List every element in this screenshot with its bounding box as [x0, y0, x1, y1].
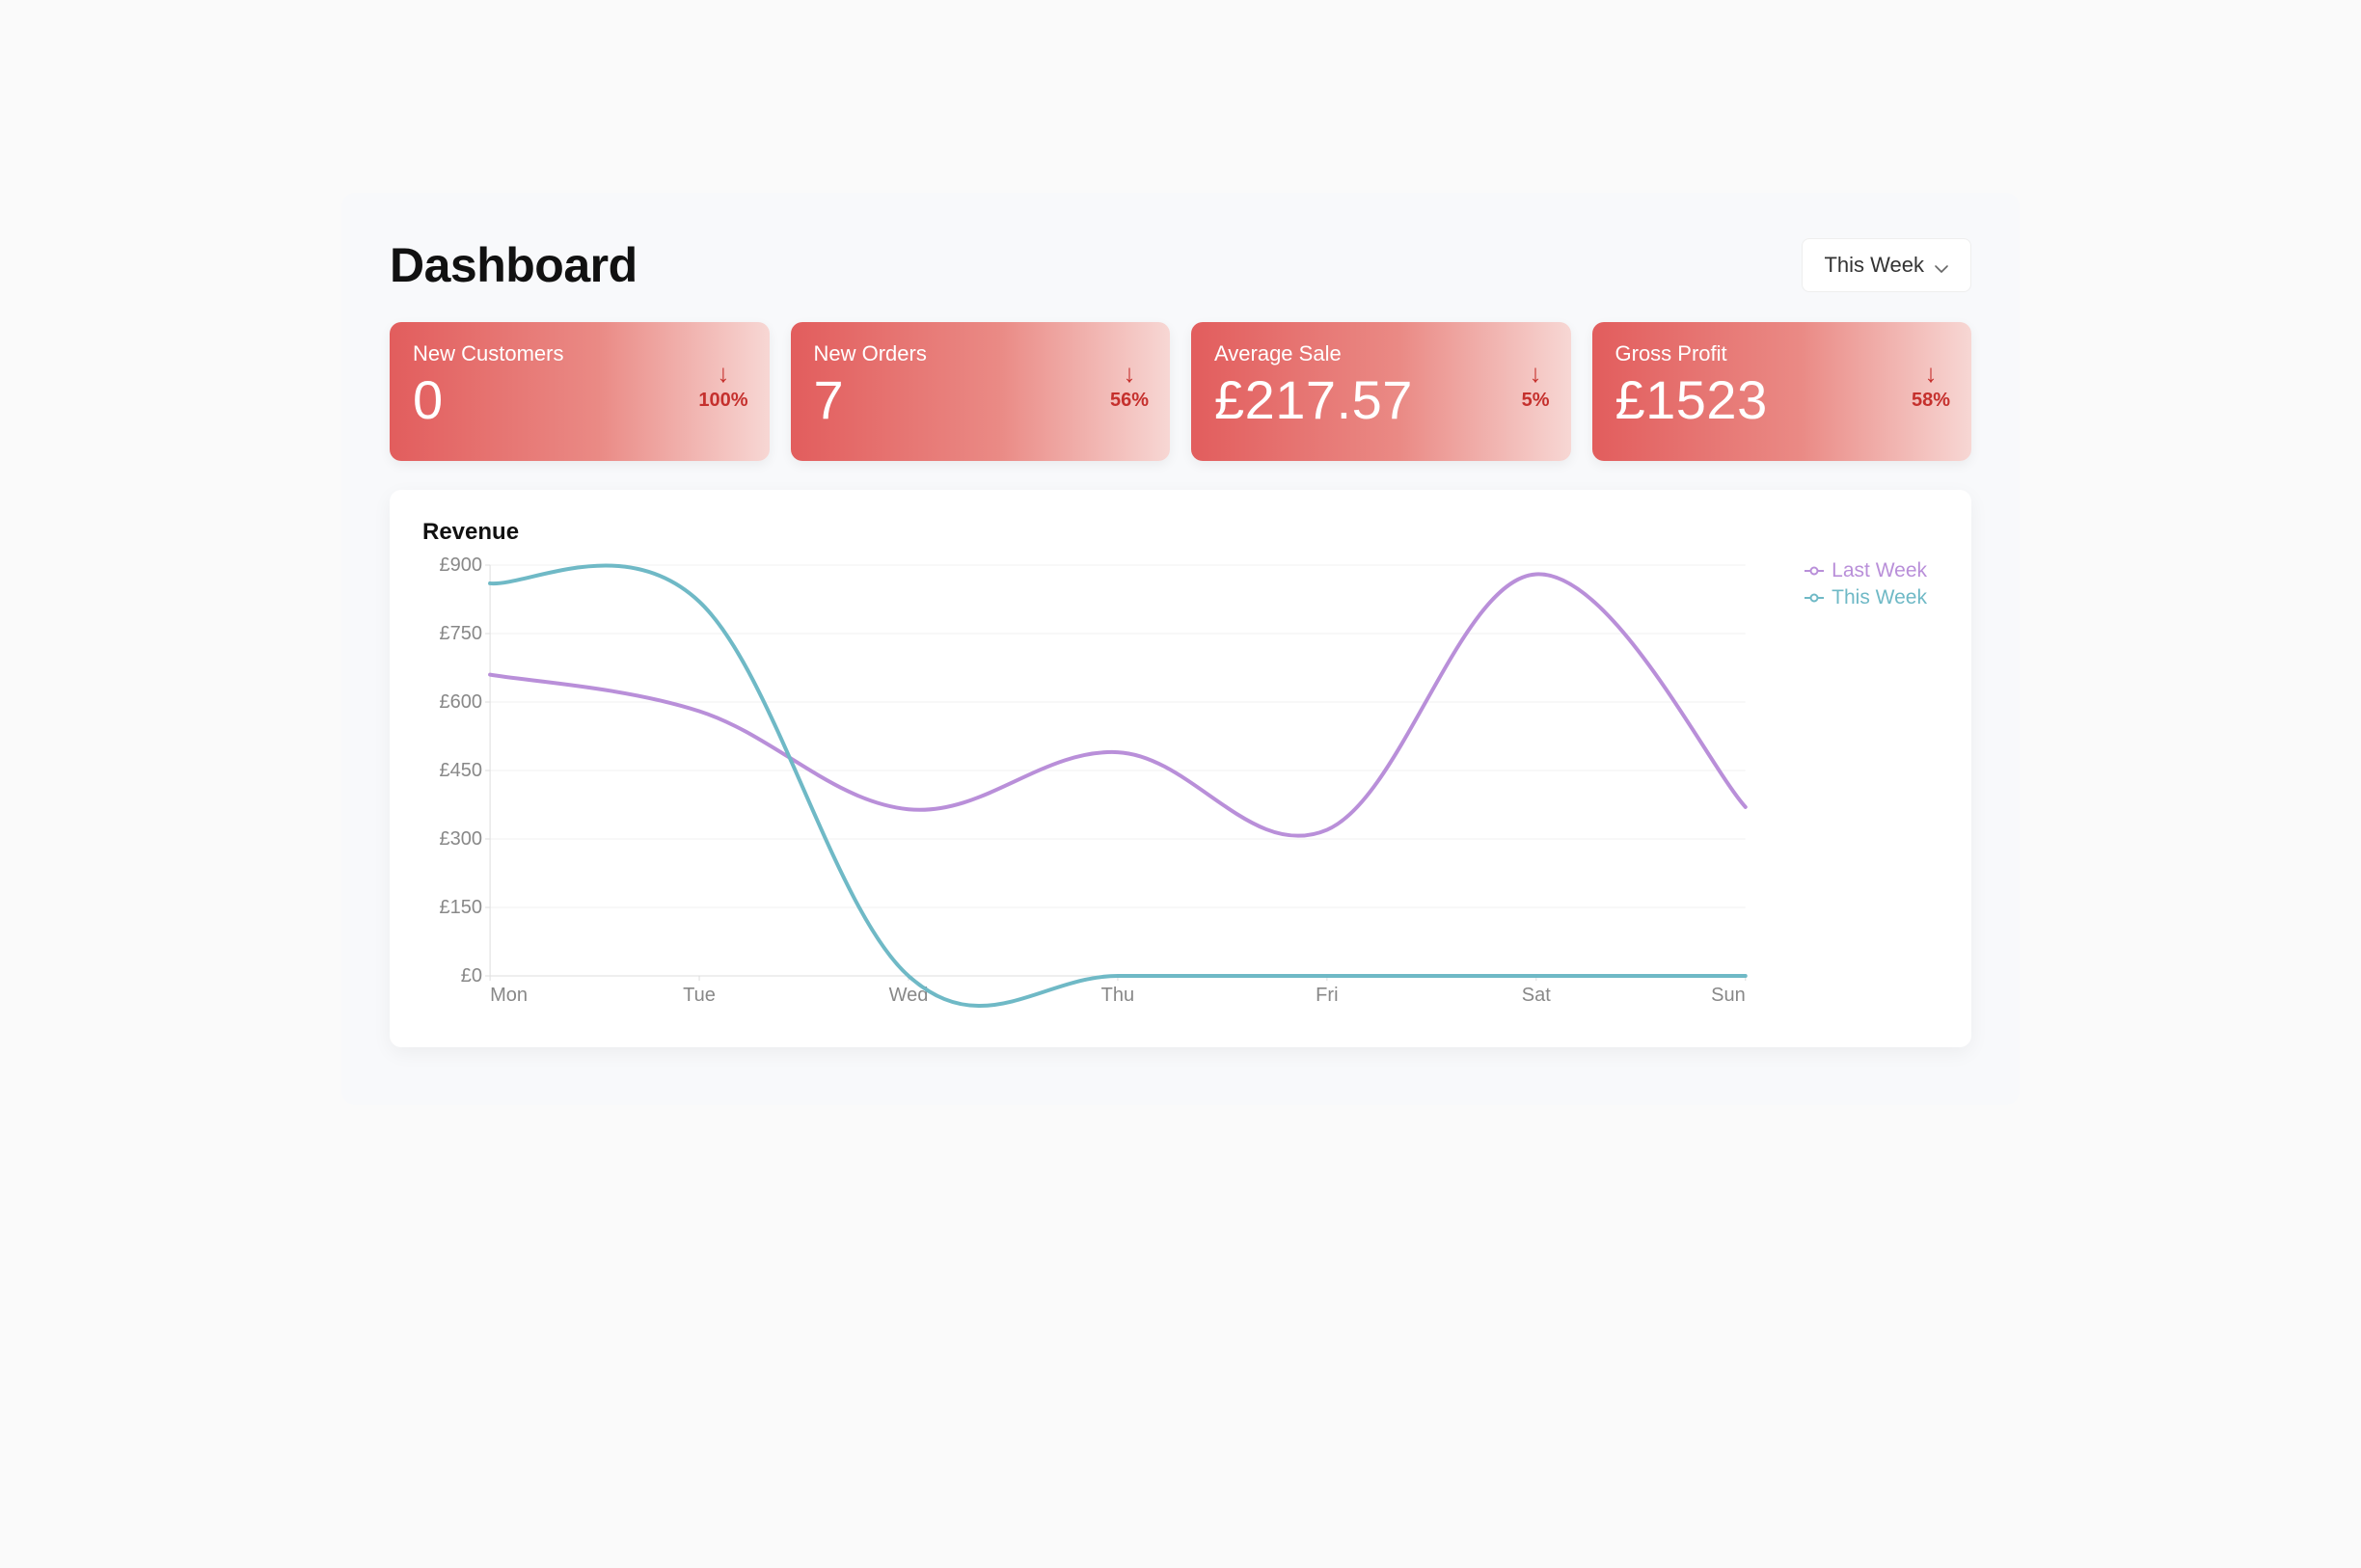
chevron-down-icon: [1934, 257, 1949, 273]
stat-card-trend-pct: 58%: [1912, 390, 1950, 411]
stat-card-label: Gross Profit: [1615, 341, 1949, 366]
svg-text:Sat: Sat: [1522, 985, 1551, 1006]
header: Dashboard This Week: [390, 237, 1971, 293]
stat-card-value: £1523: [1615, 372, 1949, 429]
stat-card-new-orders[interactable]: New Orders 7 ↓ 56%: [791, 322, 1171, 461]
chart-title: Revenue: [422, 519, 1939, 546]
legend-item-this-week[interactable]: This Week: [1805, 586, 1927, 609]
svg-text:£450: £450: [440, 760, 483, 781]
dashboard-panel: Dashboard This Week New Customers 0 ↓ 10…: [341, 193, 2020, 1105]
chart-wrap: £0£150£300£450£600£750£900MonTueWedThuFr…: [422, 552, 1939, 1014]
svg-text:£600: £600: [440, 691, 483, 713]
svg-text:Tue: Tue: [683, 985, 716, 1006]
stat-card-average-sale[interactable]: Average Sale £217.57 ↓ 5%: [1191, 322, 1571, 461]
stat-cards: New Customers 0 ↓ 100% New Orders 7 ↓ 56…: [390, 322, 1971, 461]
svg-text:£750: £750: [440, 623, 483, 644]
stat-card-trend-pct: 56%: [1110, 390, 1149, 411]
stat-card-trend: ↓ 58%: [1912, 361, 1950, 412]
stat-card-trend: ↓ 5%: [1522, 361, 1550, 412]
svg-text:Fri: Fri: [1316, 985, 1338, 1006]
stat-card-label: New Orders: [814, 341, 1148, 366]
legend-marker-icon: [1805, 565, 1824, 577]
legend-label: This Week: [1832, 586, 1927, 609]
stat-card-gross-profit[interactable]: Gross Profit £1523 ↓ 58%: [1592, 322, 1972, 461]
stat-card-label: Average Sale: [1214, 341, 1548, 366]
revenue-chart: £0£150£300£450£600£750£900MonTueWedThuFr…: [422, 552, 1939, 1014]
arrow-down-icon: ↓: [1110, 361, 1149, 386]
stat-card-value: 7: [814, 372, 1148, 429]
svg-text:£0: £0: [461, 965, 482, 987]
legend-item-last-week[interactable]: Last Week: [1805, 559, 1927, 582]
revenue-chart-card: Revenue £0 £150 £300 £450 £600 £750 £900 Mon Tue…: [390, 490, 1971, 1047]
arrow-down-icon: ↓: [1522, 361, 1550, 386]
period-dropdown[interactable]: This Week: [1802, 238, 1971, 292]
stat-card-trend-pct: 100%: [698, 390, 747, 411]
arrow-down-icon: ↓: [698, 361, 747, 386]
stat-card-trend-pct: 5%: [1522, 390, 1550, 411]
legend-marker-icon: [1805, 592, 1824, 604]
stat-card-new-customers[interactable]: New Customers 0 ↓ 100%: [390, 322, 770, 461]
stat-card-trend: ↓ 100%: [698, 361, 747, 412]
arrow-down-icon: ↓: [1912, 361, 1950, 386]
svg-text:Mon: Mon: [490, 985, 528, 1006]
svg-text:£900: £900: [440, 554, 483, 576]
page-title: Dashboard: [390, 237, 638, 293]
stat-card-label: New Customers: [413, 341, 746, 366]
svg-text:£150: £150: [440, 897, 483, 918]
chart-legend: Last Week This Week: [1805, 559, 1927, 613]
period-dropdown-label: This Week: [1824, 253, 1924, 278]
stat-card-trend: ↓ 56%: [1110, 361, 1149, 412]
svg-text:Sun: Sun: [1711, 985, 1746, 1006]
svg-text:£300: £300: [440, 828, 483, 850]
svg-text:Thu: Thu: [1101, 985, 1134, 1006]
stat-card-value: 0: [413, 372, 746, 429]
stat-card-value: £217.57: [1214, 372, 1548, 429]
legend-label: Last Week: [1832, 559, 1927, 582]
